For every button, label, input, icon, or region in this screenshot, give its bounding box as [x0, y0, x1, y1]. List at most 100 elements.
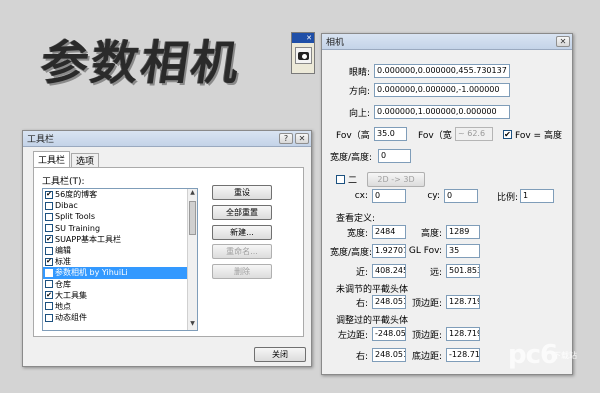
direction-input[interactable]: 0.000000,0.000000,-1.000000 [374, 83, 510, 97]
eye-input[interactable]: 0.000000,0.000000,455.730137 [374, 64, 510, 78]
list-item[interactable]: ✔ 标准 [43, 256, 197, 267]
toolbars-window: 工具栏 ? ✕ 工具栏 选项 工具栏(T): ✔ 56度的博客 Dibac Split… [22, 130, 312, 367]
close-button[interactable]: 关闭 [254, 347, 306, 362]
fov-equals-height-checkbox[interactable]: ✔ [503, 129, 512, 139]
fov-height-input[interactable]: 35.0 [374, 127, 407, 141]
list-item[interactable]: 地点 [43, 301, 197, 312]
list-item[interactable]: Split Tools [43, 211, 197, 222]
toolbar-checkbox[interactable] [45, 313, 53, 322]
eye-label: 眼睛: [348, 67, 370, 78]
list-item[interactable]: 仓库 [43, 279, 197, 290]
scroll-down-icon[interactable]: ▼ [188, 320, 197, 330]
close-icon[interactable]: ✕ [306, 34, 312, 42]
scrollbar-thumb[interactable] [189, 201, 196, 235]
reset-button[interactable]: 重设 [212, 185, 272, 200]
list-item-label: 仓库 [55, 279, 71, 289]
aspect-input[interactable]: 0 [378, 149, 411, 163]
adj-left-value: -248.0518 [372, 327, 406, 341]
scroll-up-icon[interactable]: ▲ [188, 189, 197, 199]
direction-label: 方向: [348, 86, 370, 97]
list-item[interactable]: ✔ SUAPP基本工具栏 [43, 234, 197, 245]
parametric-camera-mini-toolbar: ✕ [291, 32, 315, 74]
list-item[interactable]: ✔ 56度的博客 [43, 189, 197, 200]
list-item[interactable]: 编辑 [43, 245, 197, 256]
gl-fov-value: 35 [446, 244, 480, 258]
camera-window-titlebar[interactable]: 相机 ✕ [322, 34, 572, 50]
list-item-label: SU Training [55, 223, 101, 233]
up-input[interactable]: 0.000000,1.000000,0.000000 [374, 105, 510, 119]
cx-input[interactable]: 0 [372, 189, 406, 203]
toolbar-checkbox[interactable]: ✔ [45, 291, 53, 300]
list-item[interactable]: ✔ 大工具集 [43, 290, 197, 301]
ratio-label: 比例: [496, 192, 518, 203]
toolbar-checkbox[interactable]: ✔ [45, 257, 53, 266]
rename-button[interactable]: 重命名... [212, 244, 272, 259]
unadjusted-frustum-heading: 未调节的平截头体 [336, 285, 409, 295]
list-item-label: Split Tools [55, 212, 95, 222]
new-toolbar-button[interactable]: 新建... [212, 225, 272, 240]
tab-strip: 工具栏 选项 [33, 151, 100, 167]
toolbar-checkbox[interactable]: ✔ [45, 235, 53, 244]
watermark-subtitle: 下载站 [553, 351, 577, 360]
toolbars-window-titlebar[interactable]: 工具栏 ? ✕ [23, 131, 311, 147]
list-item[interactable]: 动态组件 [43, 312, 197, 323]
list-item-label: 编辑 [55, 246, 71, 256]
toolbars-listbox[interactable]: ✔ 56度的博客 Dibac Split Tools SU Training ✔ SUAPP… [42, 188, 198, 331]
close-icon[interactable]: ✕ [295, 133, 309, 144]
adj-right-value: 248.0518 [372, 348, 406, 362]
list-item[interactable]: Dibac [43, 200, 197, 211]
aspect2-label: 宽度/高度: [330, 247, 373, 258]
width-label: 宽度: [346, 228, 368, 239]
toolbar-checkbox[interactable] [45, 212, 53, 221]
camera-tool-button[interactable] [295, 47, 312, 64]
fov-height-label: Fov（高 [336, 130, 370, 141]
twod-checkbox[interactable] [336, 175, 345, 184]
list-item-label: SUAPP基本工具栏 [55, 234, 122, 244]
fov-width-label: Fov（宽 [418, 130, 452, 141]
far-label: 远: [429, 267, 442, 278]
cy-label: cy: [427, 191, 440, 201]
toolbar-checkbox[interactable] [45, 224, 53, 233]
delete-button[interactable]: 删除 [212, 264, 272, 279]
mini-toolbar-grip[interactable]: ✕ [292, 33, 314, 43]
aspect2-value: 1.927075 [372, 244, 406, 258]
up-label: 向上: [348, 108, 370, 119]
unadj-right-value: 248.0518 [372, 295, 406, 309]
list-item-label: 地点 [55, 301, 71, 311]
watermark-logo: pc6 [508, 340, 558, 370]
adj-right-label: 右: [355, 351, 368, 362]
fov-equals-height-label: Fov = 高度 [515, 130, 562, 141]
list-item-label: 动态组件 [55, 313, 87, 323]
camera-window-title: 相机 [326, 38, 345, 48]
adj-left-label: 左边距: [337, 330, 368, 341]
cy-input[interactable]: 0 [444, 189, 478, 203]
list-item[interactable]: ✔ 参数相机 by YihuiLi [43, 267, 197, 279]
toolbar-checkbox[interactable] [45, 302, 53, 311]
help-icon[interactable]: ? [279, 133, 293, 144]
list-item[interactable]: SU Training [43, 223, 197, 234]
reset-all-button[interactable]: 全部重置 [212, 205, 272, 220]
toolbar-checkbox[interactable] [45, 280, 53, 289]
aspect-label: 宽度/高度: [330, 152, 373, 163]
toolbar-checkbox[interactable]: ✔ [45, 268, 53, 277]
unadj-top-label: 顶边距: [411, 298, 442, 309]
listbox-scrollbar[interactable]: ▲ ▼ [187, 189, 197, 330]
near-value: 408.2455 [372, 264, 406, 278]
toolbar-checkbox[interactable] [45, 201, 53, 210]
near-label: 近: [355, 267, 368, 278]
width-value: 2484 [372, 225, 406, 239]
list-item-label: Dibac [55, 201, 78, 211]
adj-bottom-value: -128.7193 [446, 348, 480, 362]
view-definition-heading: 查看定义: [336, 214, 376, 224]
2d-to-3d-button[interactable]: 2D -> 3D [367, 172, 426, 187]
twod-label: 二 [348, 176, 358, 186]
far-value: 501.8531 [446, 264, 480, 278]
close-icon[interactable]: ✕ [556, 36, 570, 47]
toolbar-checkbox[interactable] [45, 246, 53, 255]
tab-options[interactable]: 选项 [71, 153, 100, 167]
ratio-input[interactable]: 1 [520, 189, 554, 203]
toolbar-checkbox[interactable]: ✔ [45, 190, 53, 199]
list-item-label: 56度的博客 [55, 190, 98, 200]
adjusted-frustum-heading: 调整过的平截头体 [336, 316, 409, 326]
tab-toolbars[interactable]: 工具栏 [33, 151, 71, 167]
